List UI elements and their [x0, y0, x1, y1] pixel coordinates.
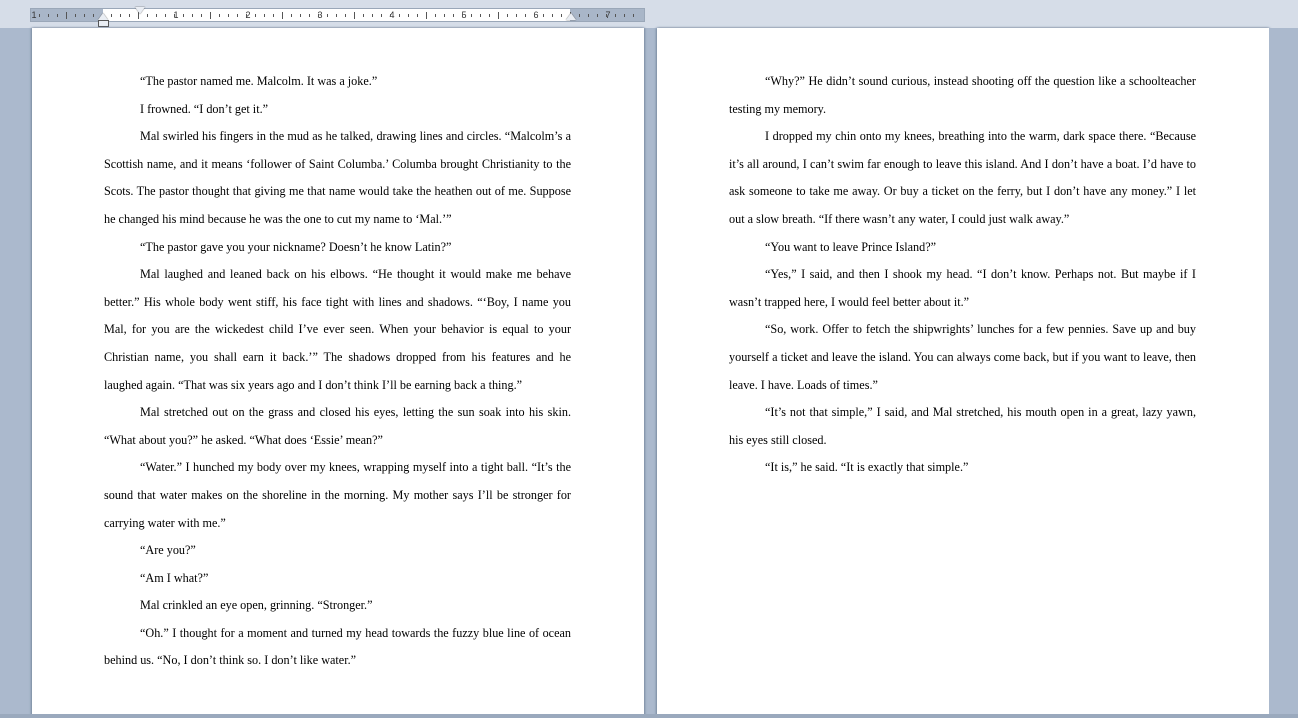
paragraph[interactable]: “It’s not that simple,” I said, and Mal … [729, 399, 1196, 454]
ruler-tick [480, 14, 481, 17]
ruler-tick [219, 14, 220, 17]
ruler-tick [444, 14, 445, 17]
ruler-tick [408, 14, 409, 17]
ruler-tick [381, 14, 382, 17]
ruler-tick [534, 14, 535, 17]
ruler-tick [111, 14, 112, 17]
ruler-tick [201, 14, 202, 17]
ruler-tick [255, 14, 256, 17]
paragraph[interactable]: Mal laughed and leaned back on his elbow… [104, 261, 571, 399]
ruler-tick [120, 14, 121, 17]
ruler-tick [237, 14, 238, 17]
paragraph[interactable]: I dropped my chin onto my knees, breathi… [729, 123, 1196, 233]
horizontal-ruler[interactable]: 1 1 2 3 4 5 6 7 [30, 8, 645, 22]
ruler-tick [147, 14, 148, 17]
ruler-tick [489, 14, 490, 17]
ruler-tick [309, 14, 310, 17]
paragraph[interactable]: Mal crinkled an eye open, grinning. “Str… [104, 592, 571, 620]
paragraph[interactable]: “The pastor named me. Malcolm. It was a … [104, 68, 571, 96]
ruler-tick [615, 14, 616, 17]
ruler-tick [453, 14, 454, 17]
ruler-bar: 1 1 2 3 4 5 6 7 [0, 0, 1298, 28]
ruler-tick [597, 14, 598, 17]
paragraph[interactable]: “Am I what?” [104, 565, 571, 593]
paragraph[interactable]: Mal stretched out on the grass and close… [104, 399, 571, 454]
paragraph[interactable]: “Why?” He didn’t sound curious, instead … [729, 68, 1196, 123]
ruler-tick [327, 14, 328, 17]
ruler-tick [192, 14, 193, 17]
paragraph[interactable]: “Water.” I hunched my body over my knees… [104, 454, 571, 537]
ruler-tick [228, 14, 229, 17]
ruler-tick [165, 14, 166, 17]
ruler-tick [246, 14, 247, 17]
hanging-indent-marker[interactable] [98, 13, 108, 20]
ruler-tick [426, 12, 427, 19]
ruler-tick [543, 14, 544, 17]
ruler-tick [336, 14, 337, 17]
ruler-tick [129, 14, 130, 17]
page-2-body: “Why?” He didn’t sound curious, instead … [729, 68, 1196, 482]
left-indent-marker[interactable] [98, 20, 109, 27]
ruler-tick [282, 12, 283, 19]
ruler-tick [84, 14, 85, 17]
ruler-tick [516, 14, 517, 17]
ruler-tick [507, 14, 508, 17]
ruler-tick [588, 14, 589, 17]
ruler-tick [57, 14, 58, 17]
ruler-tick [399, 14, 400, 17]
ruler-tick [48, 14, 49, 17]
ruler-tick [273, 14, 274, 17]
ruler-tick [363, 14, 364, 17]
ruler-tick [210, 12, 211, 19]
paragraph[interactable]: “Oh.” I thought for a moment and turned … [104, 620, 571, 675]
right-indent-marker[interactable] [566, 13, 576, 20]
ruler-tick [183, 14, 184, 17]
ruler-number: 1 [31, 10, 37, 20]
ruler-tick [471, 14, 472, 17]
ruler-tick [561, 14, 562, 17]
ruler-tick [156, 14, 157, 17]
ruler-tick [552, 14, 553, 17]
ruler-tick [624, 14, 625, 17]
ruler-tick [390, 14, 391, 17]
ruler-tick [498, 12, 499, 19]
ruler-tick [462, 14, 463, 17]
ruler-tick [66, 12, 67, 19]
paragraph[interactable]: “The pastor gave you your nickname? Does… [104, 234, 571, 262]
ruler-tick [93, 14, 94, 17]
ruler-tick [264, 14, 265, 17]
paragraph[interactable]: Mal swirled his fingers in the mud as he… [104, 123, 571, 233]
ruler-tick [417, 14, 418, 17]
document-page-1[interactable]: “The pastor named me. Malcolm. It was a … [32, 28, 644, 718]
ruler-tick [345, 14, 346, 17]
paragraph[interactable]: “Are you?” [104, 537, 571, 565]
ruler-tick [372, 14, 373, 17]
ruler-tick [75, 14, 76, 17]
ruler-tick [435, 14, 436, 17]
page-1-body: “The pastor named me. Malcolm. It was a … [104, 68, 571, 675]
paragraph[interactable]: I frowned. “I don’t get it.” [104, 96, 571, 124]
paragraph[interactable]: “So, work. Offer to fetch the shipwright… [729, 316, 1196, 399]
ruler-tick [579, 14, 580, 17]
ruler-tick [39, 14, 40, 17]
paragraph[interactable]: “You want to leave Prince Island?” [729, 234, 1196, 262]
ruler-tick [525, 14, 526, 17]
paragraph[interactable]: “It is,” he said. “It is exactly that si… [729, 454, 1196, 482]
ruler-tick [300, 14, 301, 17]
paragraph[interactable]: “Yes,” I said, and then I shook my head.… [729, 261, 1196, 316]
workspace-background [1269, 28, 1298, 718]
first-line-indent-marker[interactable] [135, 7, 145, 14]
ruler-tick [354, 12, 355, 19]
ruler-tick [318, 14, 319, 17]
ruler-tick [174, 14, 175, 17]
ruler-tick [606, 14, 607, 17]
horizontal-scroll-area [0, 714, 1298, 718]
ruler-tick [291, 14, 292, 17]
document-page-2[interactable]: “Why?” He didn’t sound curious, instead … [657, 28, 1269, 718]
ruler-tick [633, 14, 634, 17]
